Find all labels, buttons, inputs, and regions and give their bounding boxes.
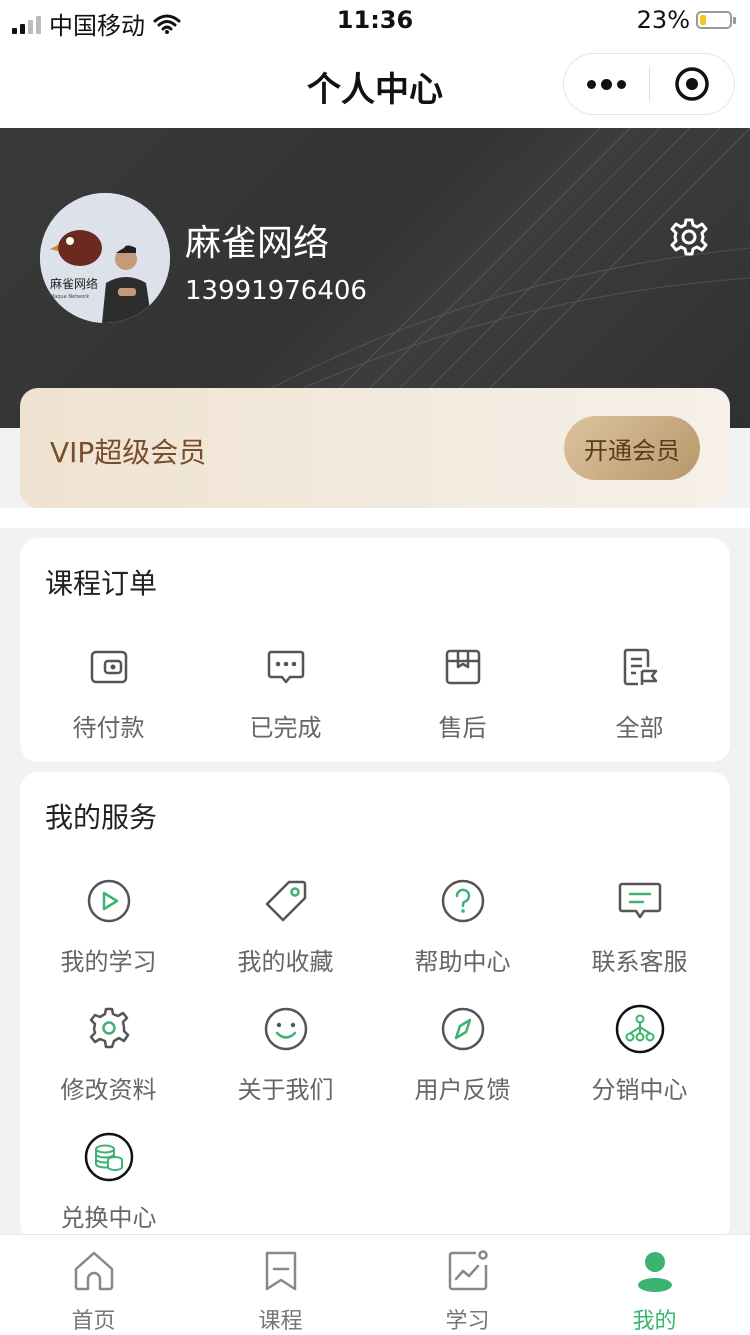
vip-card: VIP超级会员 开通会员 — [20, 388, 730, 508]
phone-number: 13991976406 — [185, 276, 367, 306]
more-button[interactable] — [564, 78, 649, 90]
coins-icon — [84, 1132, 133, 1182]
message-icon — [618, 882, 661, 919]
order-completed[interactable]: 已完成 — [197, 642, 374, 743]
service-edit-profile[interactable]: 修改资料 — [20, 1004, 197, 1105]
services-title: 我的服务 — [45, 801, 158, 834]
my-services-card: 我的服务 我的学习 我的收藏 帮助中心 联系客服 修改资料 关于我们 用户反馈 … — [20, 772, 730, 1242]
tab-home[interactable]: 首页 — [0, 1249, 187, 1335]
box-icon — [445, 649, 480, 685]
chart-icon — [448, 1250, 488, 1291]
tab-label: 课程 — [258, 1309, 303, 1334]
order-item-label: 待付款 — [72, 714, 145, 742]
service-item-label: 用户反馈 — [414, 1076, 511, 1104]
service-item-label: 关于我们 — [237, 1076, 334, 1104]
service-user-feedback[interactable]: 用户反馈 — [374, 1004, 551, 1105]
miniprogram-capsule — [563, 53, 735, 115]
close-button[interactable] — [650, 66, 734, 102]
orders-title: 课程订单 — [45, 567, 158, 600]
order-item-label: 已完成 — [249, 714, 322, 742]
service-distribution-center[interactable]: 分销中心 — [551, 1004, 728, 1105]
service-item-label: 联系客服 — [591, 948, 688, 976]
service-exchange-center[interactable]: 兑换中心 — [20, 1132, 197, 1233]
tab-label: 首页 — [71, 1309, 116, 1334]
service-about-us[interactable]: 关于我们 — [197, 1004, 374, 1105]
order-all[interactable]: 全部 — [551, 642, 728, 743]
tab-label: 我的 — [632, 1309, 677, 1334]
document-list-icon — [623, 648, 657, 686]
smile-icon — [264, 1007, 307, 1051]
tab-courses[interactable]: 课程 — [187, 1249, 374, 1335]
gear-icon — [670, 218, 708, 256]
username: 麻雀网络 — [185, 223, 330, 264]
avatar-logo-subtext: Maque Network — [50, 294, 89, 300]
service-item-label: 我的学习 — [60, 948, 157, 976]
service-my-learning[interactable]: 我的学习 — [20, 876, 197, 977]
target-close-icon — [675, 67, 709, 101]
profile-header: 麻雀网络 Maque Network 麻雀网络 13991976406 — [0, 128, 750, 428]
tag-icon — [265, 880, 306, 922]
more-dot — [587, 79, 596, 89]
battery-level — [700, 15, 706, 25]
service-item-label: 我的收藏 — [237, 948, 334, 976]
order-item-label: 售后 — [438, 714, 487, 742]
service-item-label: 帮助中心 — [414, 948, 511, 976]
battery-percent: 23% — [636, 6, 690, 34]
service-help-center[interactable]: 帮助中心 — [374, 876, 551, 977]
more-dot — [601, 78, 612, 90]
more-dot — [617, 79, 626, 89]
bookmark-icon — [265, 1251, 296, 1291]
battery-icon — [696, 11, 736, 29]
service-my-favorites[interactable]: 我的收藏 — [197, 876, 374, 977]
course-orders-card: 课程订单 待付款 已完成 售后 全部 — [20, 538, 730, 762]
chat-dots-icon — [267, 650, 304, 684]
home-icon — [74, 1251, 113, 1291]
service-item-label: 分销中心 — [591, 1076, 688, 1104]
settings-icon — [89, 1007, 129, 1049]
avatar[interactable]: 麻雀网络 Maque Network — [40, 193, 170, 323]
status-right: 23% — [636, 6, 736, 34]
question-circle-icon — [441, 879, 484, 923]
avatar-logo-text: 麻雀网络 — [50, 276, 98, 291]
tab-mine[interactable]: 我的 — [561, 1249, 748, 1335]
service-item-label: 兑换中心 — [60, 1204, 157, 1232]
tab-bar: 首页 课程 学习 我的 — [0, 1234, 750, 1335]
play-circle-icon — [87, 879, 130, 923]
service-item-label: 修改资料 — [60, 1076, 157, 1104]
wallet-icon — [90, 650, 127, 684]
vip-bottom-spacer — [0, 508, 750, 528]
tab-label: 学习 — [445, 1309, 490, 1334]
order-item-label: 全部 — [615, 714, 664, 742]
order-after-sales[interactable]: 售后 — [374, 642, 551, 743]
distribution-icon — [615, 1004, 664, 1054]
settings-button[interactable] — [668, 216, 710, 262]
compass-icon — [441, 1007, 484, 1051]
service-contact-support[interactable]: 联系客服 — [551, 876, 728, 977]
avatar-image: 麻雀网络 Maque Network — [40, 193, 170, 323]
status-bar: 中国移动 11:36 23% — [0, 0, 750, 40]
nav-bar: 个人中心 — [0, 40, 750, 128]
tab-study[interactable]: 学习 — [374, 1249, 561, 1335]
open-vip-button[interactable]: 开通会员 — [564, 416, 700, 480]
user-icon — [637, 1252, 672, 1292]
order-pending-payment[interactable]: 待付款 — [20, 642, 197, 743]
vip-title: VIP超级会员 — [50, 436, 207, 469]
